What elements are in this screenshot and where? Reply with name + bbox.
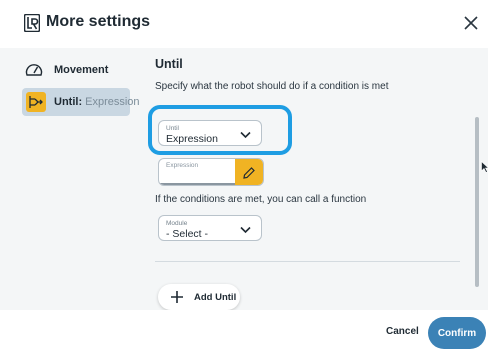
until-node-icon <box>26 92 46 112</box>
section-title: Until <box>155 57 183 71</box>
settings-panel: Until Specify what the robot should do i… <box>140 48 488 310</box>
add-until-label: Add Until <box>194 291 237 303</box>
add-until-button[interactable]: Add Until <box>158 284 240 310</box>
module-select-value: - Select - <box>166 228 209 240</box>
section-description: Specify what the robot should do if a co… <box>155 81 389 92</box>
divider <box>155 261 460 262</box>
plus-icon <box>171 291 183 303</box>
confirm-button[interactable]: Confirm <box>428 317 486 349</box>
expression-field[interactable]: Expression <box>158 158 264 186</box>
cancel-button[interactable]: Cancel <box>386 326 419 337</box>
close-icon[interactable] <box>460 12 482 34</box>
module-select[interactable]: Module - Select - <box>158 215 262 241</box>
module-select-label: Module <box>166 220 188 227</box>
ur-logo-icon <box>24 14 40 32</box>
speedometer-icon <box>25 64 43 76</box>
edit-expression-button[interactable] <box>235 159 263 185</box>
sidebar-item-label: Until: <box>54 96 83 108</box>
scrollbar[interactable] <box>475 117 479 287</box>
expression-placeholder: Expression <box>166 162 199 169</box>
scrollbar-thumb[interactable] <box>475 117 479 287</box>
mouse-cursor-icon <box>481 161 488 173</box>
sidebar-item-sublabel: Expression <box>85 96 140 108</box>
chevron-down-icon <box>240 131 251 139</box>
sidebar-item-label: Movement <box>54 64 109 76</box>
dialog-footer: Cancel Confirm <box>0 310 488 352</box>
chevron-down-icon <box>240 226 251 234</box>
sidebar-item-movement[interactable]: Movement <box>22 56 130 84</box>
settings-sidebar: Movement Until: Expression <box>0 48 140 310</box>
condition-text: If the conditions are met, you can call … <box>155 194 367 205</box>
until-select-value: Expression <box>166 133 218 145</box>
until-select-label: Until <box>166 125 180 132</box>
pencil-icon <box>243 167 255 179</box>
until-select[interactable]: Until Expression <box>158 120 262 146</box>
dialog-title: More settings <box>46 13 151 30</box>
field-underline <box>159 183 237 185</box>
sidebar-item-until[interactable]: Until: Expression <box>22 88 140 116</box>
dialog-header: More settings <box>0 0 488 48</box>
